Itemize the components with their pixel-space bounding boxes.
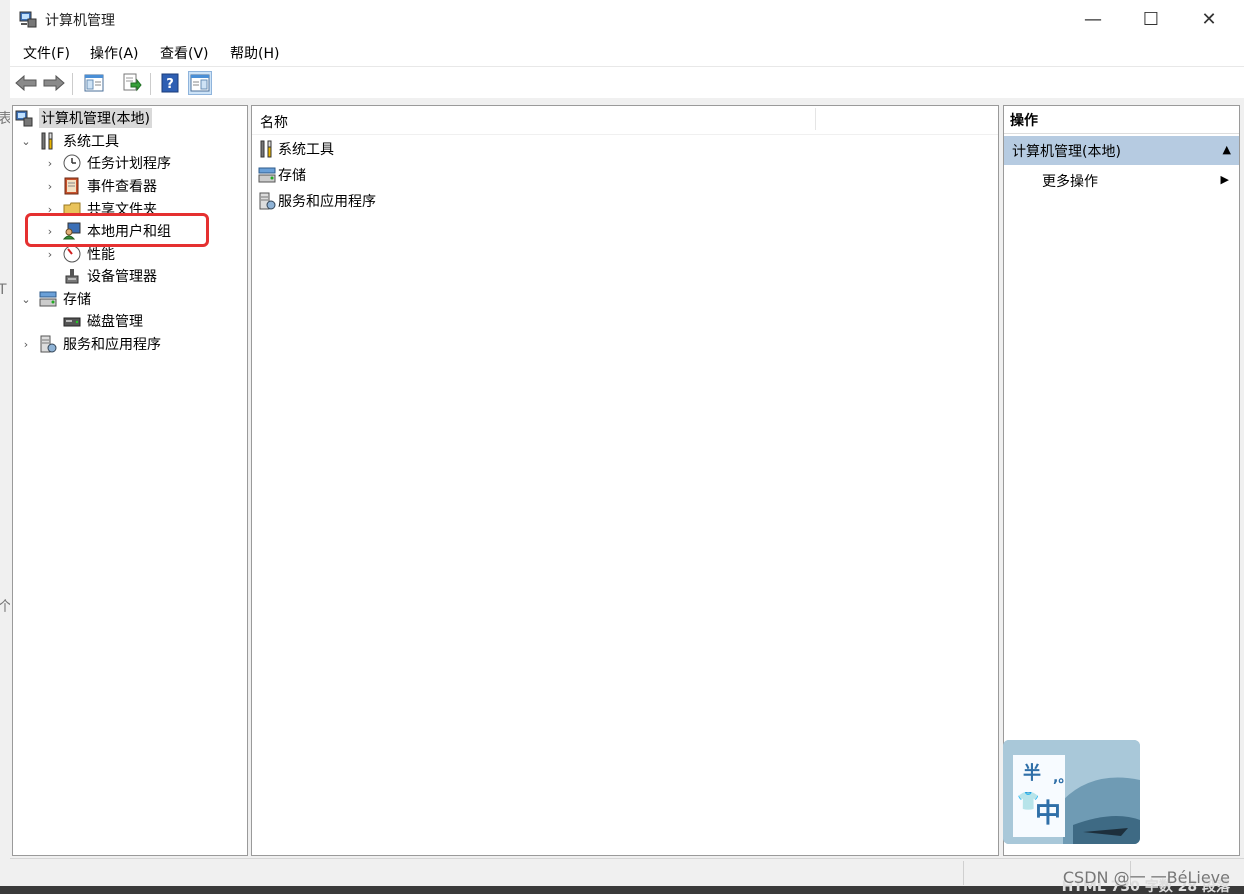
- submenu-arrow-icon: ▶: [1220, 173, 1229, 186]
- menu-file[interactable]: 文件(F): [21, 43, 72, 63]
- show-hide-tree-icon[interactable]: [82, 71, 106, 95]
- help-icon[interactable]: ?: [158, 71, 182, 95]
- menu-bar: 文件(F) 操作(A) 查看(V) 帮助(H): [10, 38, 1244, 66]
- tools-icon: [39, 132, 57, 150]
- tree-root-item[interactable]: 计算机管理(本地): [15, 107, 152, 129]
- tree-item-label: 磁盘管理: [87, 314, 143, 330]
- tree-item-label: 任务计划程序: [87, 156, 171, 172]
- column-divider[interactable]: [815, 108, 816, 130]
- tree-item-task-scheduler[interactable]: › 任务计划程序: [43, 152, 171, 174]
- tree-item-label: 性能: [87, 247, 115, 263]
- collapse-triangle-icon[interactable]: ▲: [1223, 143, 1231, 156]
- chevron-right-icon[interactable]: ›: [43, 157, 57, 170]
- svg-text:?: ?: [166, 77, 174, 92]
- tree-item-label: 存储: [63, 292, 91, 308]
- ime-panel: 半 ,。 👕 中: [1013, 755, 1072, 837]
- title-bar: 计算机管理 — ☐ ✕: [10, 0, 1244, 38]
- device-manager-icon: [63, 267, 81, 285]
- more-actions-item[interactable]: 更多操作 ▶: [1004, 169, 1239, 193]
- ime-status-widget[interactable]: 半 ,。 👕 中: [1003, 740, 1140, 844]
- menu-action[interactable]: 操作(A): [88, 43, 141, 63]
- tree-item-storage[interactable]: ⌄ 存储: [19, 288, 91, 310]
- tree-root-label: 计算机管理(本地): [39, 108, 152, 128]
- tree-item-label: 系统工具: [63, 134, 119, 150]
- list-item-services-and-applications[interactable]: 服务和应用程序: [258, 190, 376, 212]
- tree-item-event-viewer[interactable]: › 事件查看器: [43, 175, 157, 197]
- list-item-system-tools[interactable]: 系统工具: [258, 138, 334, 160]
- list-item-label: 存储: [278, 168, 306, 184]
- status-divider: [963, 861, 964, 885]
- export-list-icon[interactable]: [120, 71, 144, 95]
- actions-header: 操作: [1004, 106, 1239, 134]
- ime-chinese-mode-label[interactable]: 中: [1035, 793, 1061, 830]
- result-pane: 名称 系统工具 存储 服务和应用程序: [251, 105, 999, 856]
- computer-management-icon: [19, 10, 37, 28]
- background-taskbar-strip: [0, 886, 1244, 894]
- tree-item-system-tools[interactable]: ⌄ 系统工具: [19, 130, 119, 152]
- list-item-label: 系统工具: [278, 142, 334, 158]
- status-bar: [10, 858, 1244, 887]
- services-icon: [258, 192, 276, 210]
- close-button[interactable]: ✕: [1186, 0, 1232, 38]
- tree-item-label: 事件查看器: [87, 179, 157, 195]
- background-window-edge: 表 T 个: [0, 0, 12, 894]
- tree-item-services-and-applications[interactable]: › 服务和应用程序: [19, 333, 161, 355]
- computer-management-icon: [15, 109, 33, 127]
- disk-icon: [63, 312, 81, 330]
- chevron-right-icon[interactable]: ›: [43, 248, 57, 261]
- minimize-button[interactable]: —: [1070, 0, 1116, 38]
- chevron-down-icon[interactable]: ⌄: [19, 135, 33, 148]
- chevron-down-icon[interactable]: ⌄: [19, 293, 33, 306]
- column-header-name[interactable]: 名称: [260, 112, 288, 132]
- highlight-box: [25, 213, 209, 247]
- show-hide-action-pane-icon[interactable]: [188, 71, 212, 95]
- toolbar-separator: [150, 73, 151, 95]
- services-icon: [39, 335, 57, 353]
- tree-item-label: 设备管理器: [87, 269, 157, 285]
- clock-icon: [63, 154, 81, 172]
- actions-group-label: 计算机管理(本地): [1012, 143, 1121, 160]
- background-text-fragment: T: [0, 282, 7, 298]
- toolbar: ?: [10, 66, 1244, 99]
- actions-group-computer-management[interactable]: 计算机管理(本地) ▲: [1004, 136, 1239, 165]
- menu-help[interactable]: 帮助(H): [228, 43, 281, 63]
- performance-icon: [63, 245, 81, 263]
- chevron-right-icon[interactable]: ›: [43, 180, 57, 193]
- forward-icon[interactable]: [42, 71, 66, 95]
- tree-item-disk-management[interactable]: 磁盘管理: [43, 310, 143, 332]
- storage-icon: [258, 166, 276, 184]
- chevron-right-icon[interactable]: ›: [19, 338, 33, 351]
- tree-item-device-manager[interactable]: 设备管理器: [43, 265, 157, 287]
- ime-punctuation-label[interactable]: ,。: [1053, 767, 1072, 787]
- list-item-label: 服务和应用程序: [278, 194, 376, 210]
- watermark: CSDN @一 一BéLieve: [1062, 868, 1230, 887]
- list-header: 名称: [252, 106, 998, 135]
- tools-icon: [258, 140, 276, 158]
- back-icon[interactable]: [14, 71, 38, 95]
- event-viewer-icon: [63, 177, 81, 195]
- tree-item-label: 服务和应用程序: [63, 337, 161, 353]
- toolbar-separator: [72, 73, 73, 95]
- more-actions-label: 更多操作: [1042, 174, 1098, 190]
- menu-view[interactable]: 查看(V): [158, 43, 211, 63]
- list-item-storage[interactable]: 存储: [258, 164, 306, 186]
- storage-icon: [39, 290, 57, 308]
- ime-half-width-label[interactable]: 半: [1023, 759, 1041, 785]
- maximize-button[interactable]: ☐: [1128, 0, 1174, 38]
- window-title: 计算机管理: [45, 13, 115, 29]
